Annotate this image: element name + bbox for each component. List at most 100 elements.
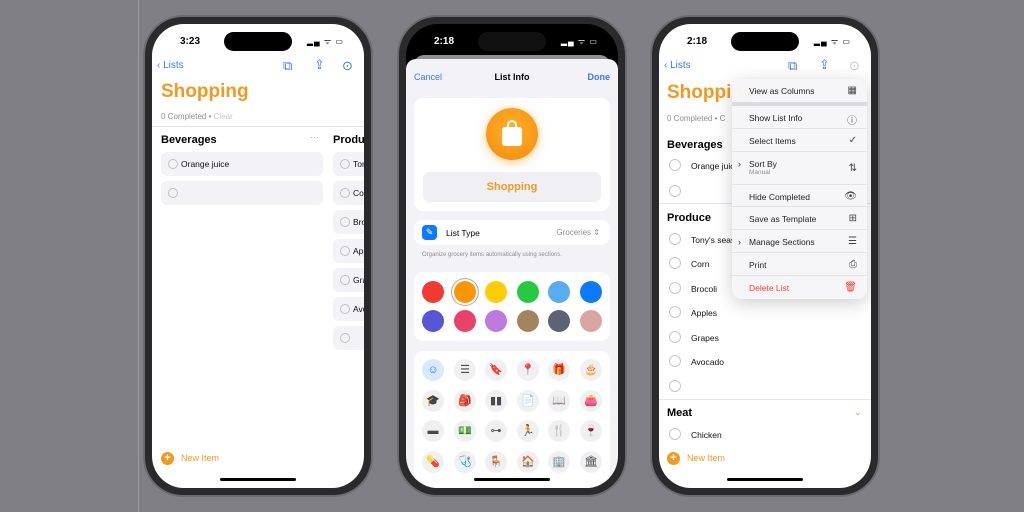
section-more-icon[interactable]: ··· bbox=[310, 132, 319, 142]
back-button[interactable]: ‹ Lists bbox=[664, 60, 691, 71]
bookmark-icon[interactable]: 🔖 bbox=[485, 359, 507, 381]
color-swatch[interactable] bbox=[548, 310, 570, 332]
list-item[interactable]: Orange juice bbox=[667, 159, 739, 171]
menu-item[interactable]: Hide Completed 👁 bbox=[732, 185, 867, 207]
list-icon[interactable]: ☰ bbox=[454, 359, 476, 381]
duplicate-icon[interactable]: ⧉ bbox=[283, 58, 292, 74]
menu-item[interactable]: Show List Info ⓘ bbox=[732, 106, 867, 129]
empty-item[interactable] bbox=[333, 326, 364, 350]
checkbox[interactable] bbox=[669, 380, 681, 392]
list-item[interactable]: Apples bbox=[667, 306, 717, 318]
checkbox[interactable] bbox=[669, 185, 681, 197]
list-type-row[interactable]: ✎ List Type Groceries ⇕ bbox=[414, 220, 610, 245]
color-swatch[interactable] bbox=[517, 281, 539, 303]
more-icon[interactable]: ⊙ bbox=[849, 58, 860, 74]
wallet-icon[interactable]: 👛 bbox=[580, 389, 602, 412]
checkbox[interactable] bbox=[669, 257, 681, 269]
list-type-select[interactable]: Groceries ⇕ bbox=[556, 228, 600, 237]
running-icon[interactable]: 🏃 bbox=[517, 420, 539, 442]
color-swatch[interactable] bbox=[485, 310, 507, 332]
list-item[interactable]: Orange juice bbox=[161, 152, 323, 176]
gift-icon[interactable]: 🎁 bbox=[548, 359, 570, 381]
color-swatch[interactable] bbox=[454, 310, 476, 332]
done-button[interactable]: Done bbox=[588, 72, 611, 82]
list-item[interactable]: Tony's seasoning bbox=[333, 152, 364, 176]
graduation-cap-icon[interactable]: 🎓 bbox=[422, 389, 444, 412]
color-swatch[interactable] bbox=[580, 310, 602, 332]
checkbox[interactable] bbox=[340, 188, 350, 198]
color-swatch[interactable] bbox=[548, 281, 570, 303]
menu-item[interactable]: View as Columns ▦ bbox=[732, 79, 867, 106]
list-item[interactable]: Grapes bbox=[333, 268, 364, 292]
chair-icon[interactable]: 🪑 bbox=[485, 450, 507, 473]
checkbox[interactable] bbox=[669, 331, 681, 343]
smiley-icon[interactable]: ☺ bbox=[422, 359, 444, 381]
list-item[interactable]: Brocoli bbox=[667, 282, 717, 294]
list-item[interactable]: Apples bbox=[333, 239, 364, 263]
list-item[interactable]: Grapes bbox=[667, 331, 719, 343]
empty-item[interactable] bbox=[161, 181, 323, 205]
menu-item[interactable]: › Manage Sections ☰ bbox=[732, 230, 867, 253]
new-item-button[interactable]: + New Item bbox=[667, 452, 725, 465]
menu-item[interactable]: › Sort By Manual ⇅ bbox=[732, 152, 867, 185]
checkbox[interactable] bbox=[340, 333, 350, 343]
checkbox[interactable] bbox=[168, 188, 178, 198]
color-swatch[interactable] bbox=[580, 281, 602, 303]
duplicate-icon[interactable]: ⧉ bbox=[788, 58, 797, 74]
checkbox[interactable] bbox=[168, 159, 178, 169]
checkbox[interactable] bbox=[669, 355, 681, 367]
bank-icon[interactable]: 🏛 bbox=[580, 450, 602, 473]
wine-glass-icon[interactable]: 🍷 bbox=[580, 420, 602, 442]
chevron-right-icon: › bbox=[738, 237, 741, 247]
checkbox[interactable] bbox=[669, 233, 681, 245]
pills-icon[interactable]: 💊 bbox=[422, 450, 444, 473]
checkbox[interactable] bbox=[669, 282, 681, 294]
menu-item[interactable]: Delete List 🗑 bbox=[732, 276, 867, 299]
checkbox[interactable] bbox=[340, 275, 350, 285]
stethoscope-icon[interactable]: 🩺 bbox=[454, 450, 476, 473]
new-item-button[interactable]: + New Item bbox=[161, 452, 219, 465]
money-icon[interactable]: 💵 bbox=[454, 420, 476, 442]
checkbox[interactable] bbox=[669, 428, 681, 440]
house-icon[interactable]: 🏠 bbox=[517, 450, 539, 473]
credit-card-icon[interactable]: ▬ bbox=[422, 420, 444, 442]
document-icon[interactable]: 📄 bbox=[517, 389, 539, 412]
share-icon[interactable]: ⇪ bbox=[819, 57, 830, 73]
menu-item[interactable]: Select Items ✓ bbox=[732, 129, 867, 152]
backpack-icon[interactable]: 🎒 bbox=[454, 389, 476, 412]
cake-icon[interactable]: 🎂 bbox=[580, 359, 602, 381]
book-icon[interactable]: 📖 bbox=[548, 389, 570, 412]
menu-item[interactable]: Print ⎙ bbox=[732, 253, 867, 276]
list-name-input[interactable]: Shopping bbox=[423, 172, 601, 202]
color-swatch[interactable] bbox=[422, 310, 444, 332]
menu-item[interactable]: Save as Template ⊞ bbox=[732, 207, 867, 230]
color-swatch[interactable] bbox=[485, 281, 507, 303]
back-button[interactable]: ‹ Lists bbox=[157, 60, 184, 71]
list-item[interactable]: Avocado bbox=[333, 297, 364, 321]
more-icon[interactable]: ⊙ bbox=[342, 58, 353, 74]
checkbox[interactable] bbox=[340, 304, 350, 314]
checkbox[interactable] bbox=[669, 159, 681, 171]
list-item[interactable]: Chicken bbox=[667, 428, 722, 440]
share-icon[interactable]: ⇪ bbox=[314, 57, 325, 73]
checkbox[interactable] bbox=[340, 217, 350, 227]
eye-icon: 👁 bbox=[844, 191, 857, 202]
ruler-pencil-icon[interactable]: ▮▮ bbox=[485, 389, 507, 412]
list-item[interactable]: Brocoli bbox=[333, 210, 364, 234]
color-swatch[interactable] bbox=[454, 281, 476, 303]
checkbox[interactable] bbox=[340, 159, 350, 169]
dumbbell-icon[interactable]: ⊶ bbox=[485, 420, 507, 442]
list-item[interactable]: Corn bbox=[333, 181, 364, 205]
building-icon[interactable]: 🏢 bbox=[548, 450, 570, 473]
color-swatch[interactable] bbox=[517, 310, 539, 332]
list-item[interactable]: Avocado bbox=[667, 355, 724, 367]
pin-icon[interactable]: 📍 bbox=[517, 359, 539, 381]
chevron-down-icon[interactable]: ⌄ bbox=[854, 407, 862, 418]
checkbox[interactable] bbox=[669, 306, 681, 318]
list-icon-badge[interactable] bbox=[486, 108, 538, 160]
color-swatch[interactable] bbox=[422, 281, 444, 303]
clear-button[interactable]: Clear bbox=[214, 112, 233, 121]
checkbox[interactable] bbox=[340, 246, 350, 256]
list-item[interactable]: Corn bbox=[667, 257, 709, 269]
fork-knife-icon[interactable]: 🍴 bbox=[548, 420, 570, 442]
